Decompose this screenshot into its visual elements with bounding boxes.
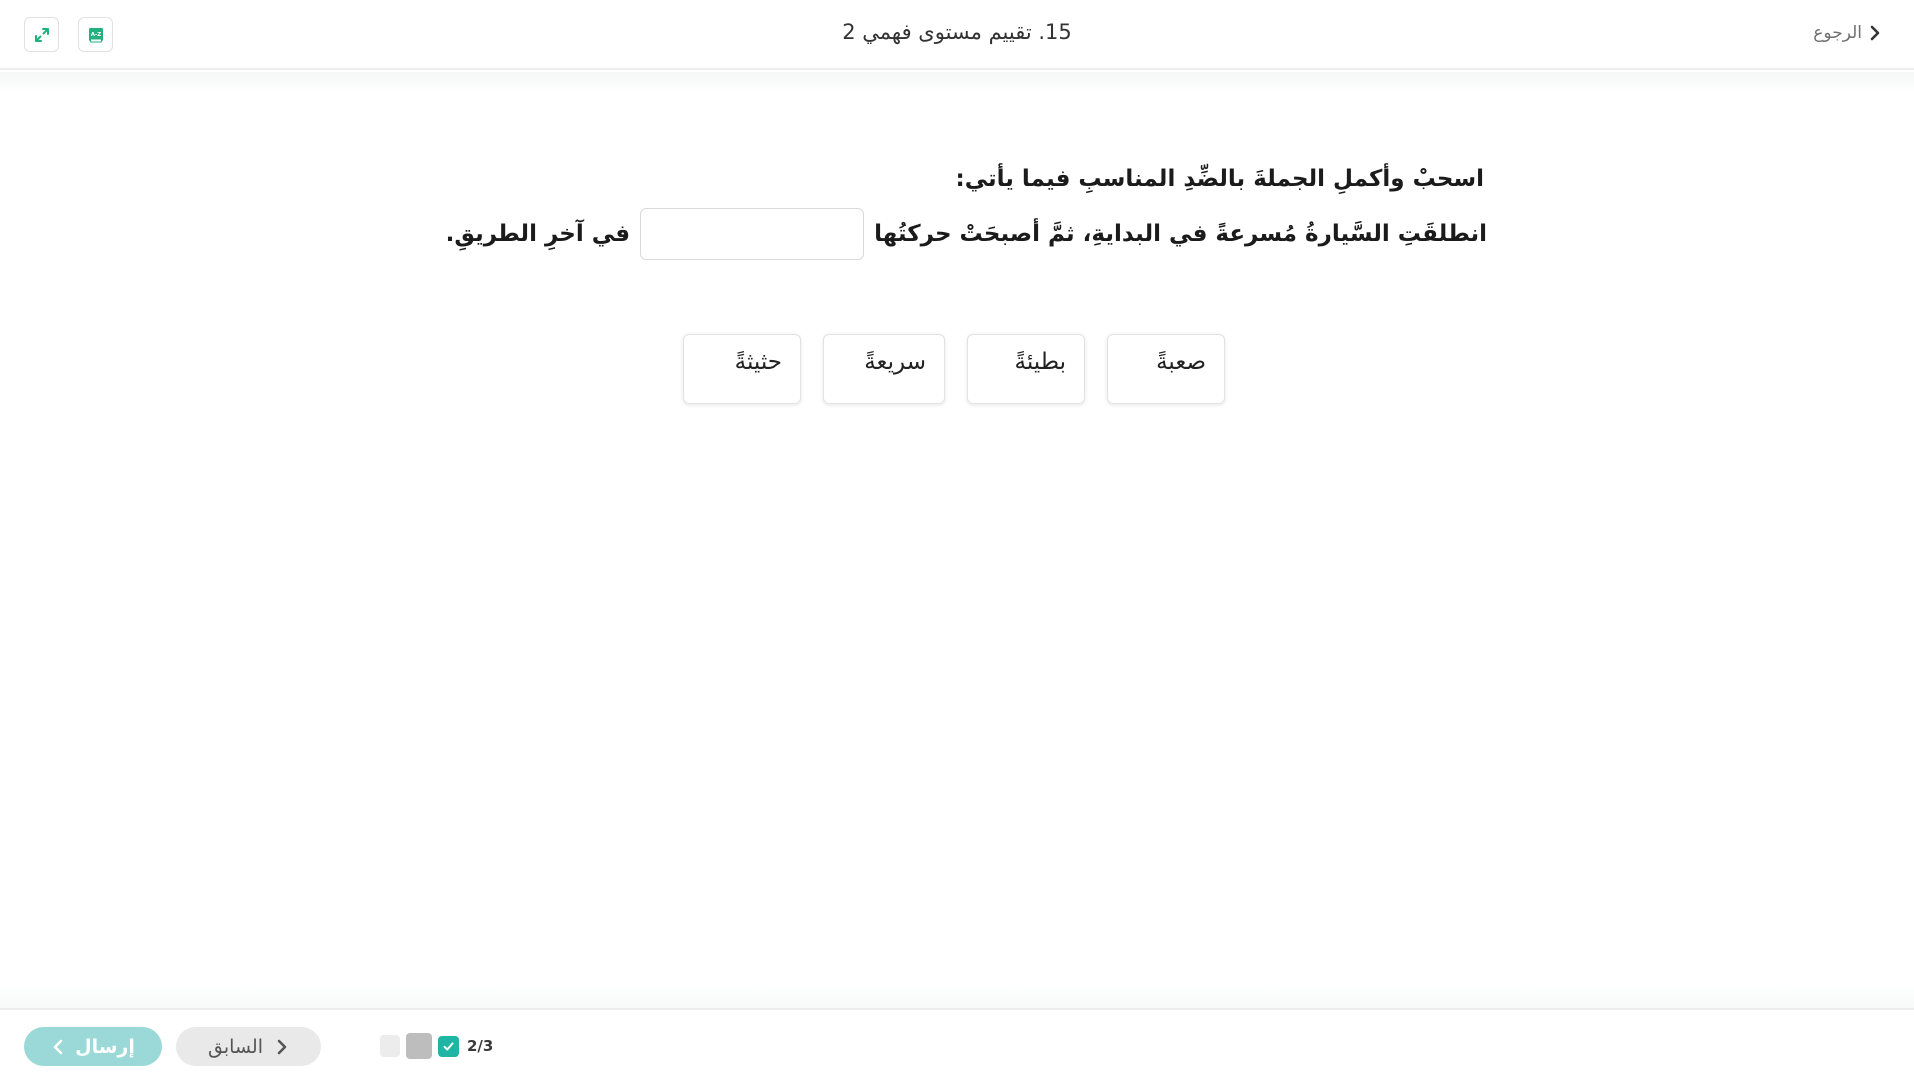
sentence-end: في آخرِ الطريقِ. — [445, 221, 631, 247]
page-title: 15. تقييم مستوى فهمي 2 — [842, 20, 1072, 44]
option-card[interactable]: صعبةً — [1107, 334, 1225, 404]
send-label: إرسال — [75, 1035, 135, 1058]
bottom-bar: إرسال السابق 2/3 — [0, 1008, 1914, 1076]
back-label: الرجوع — [1813, 23, 1862, 43]
content-bottom-shade — [0, 982, 1914, 1008]
option-card[interactable]: بطيئةً — [967, 334, 1085, 404]
previous-button[interactable]: السابق — [176, 1027, 321, 1066]
previous-label: السابق — [208, 1035, 263, 1058]
send-button[interactable]: إرسال — [24, 1027, 162, 1066]
chevron-left-icon — [53, 1039, 63, 1054]
progress-step-3[interactable] — [380, 1035, 400, 1057]
chevron-right-icon — [1870, 25, 1880, 41]
sentence-start: انطلقَتِ السَّيارةُ مُسرعةً في البدايةِ،… — [874, 221, 1487, 247]
option-card[interactable]: حثيثةً — [683, 334, 801, 404]
answer-drop-zone[interactable] — [640, 208, 865, 260]
answer-options: حثيثةً سريعةً بطيئةً صعبةً — [683, 334, 1225, 404]
page: A-Z 15. تقييم مستوى فهمي 2 الرجوع اسحبْ … — [0, 0, 1914, 1076]
option-card[interactable]: سريعةً — [823, 334, 945, 404]
top-bar: A-Z 15. تقييم مستوى فهمي 2 الرجوع — [0, 0, 1914, 70]
progress-step-2[interactable] — [406, 1033, 432, 1059]
progress-step-1[interactable] — [438, 1035, 459, 1057]
content-top-shade — [0, 72, 1914, 94]
chevron-right-icon — [277, 1039, 287, 1054]
progress-counter: 2/3 — [467, 1037, 494, 1055]
back-link[interactable]: الرجوع — [1813, 23, 1884, 43]
question-progress: 2/3 — [380, 1033, 493, 1059]
check-icon — [443, 1042, 454, 1050]
question-sentence: انطلقَتِ السَّيارةُ مُسرعةً في البدايةِ،… — [446, 208, 1487, 260]
question-instruction: اسحبْ وأكملِ الجملةَ بالضِّدِ المناسبِ ف… — [955, 166, 1485, 192]
